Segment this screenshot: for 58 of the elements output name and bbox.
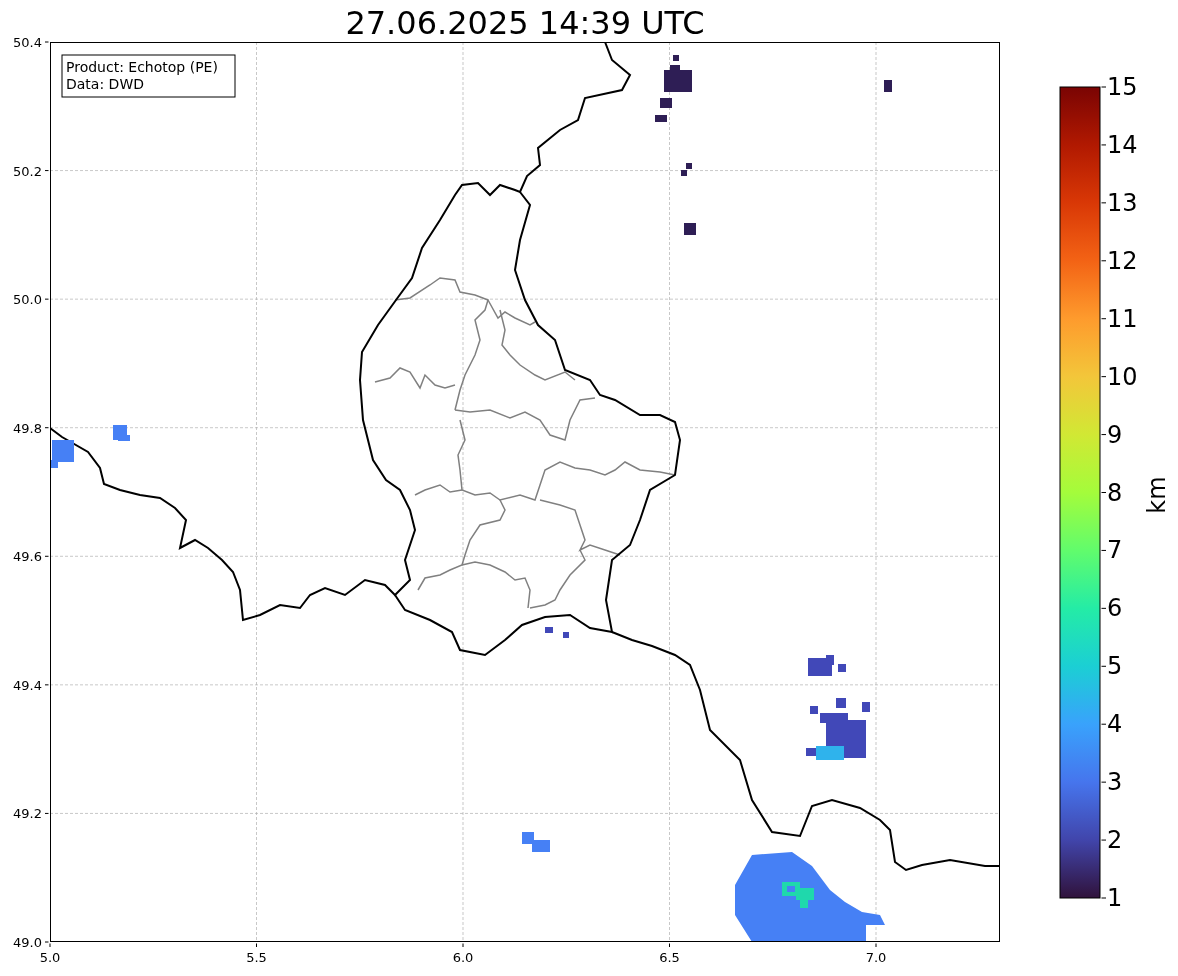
colorbar-label: km bbox=[1143, 476, 1171, 514]
colorbar-tick-label: 9 bbox=[1107, 420, 1123, 449]
colorbar-tick-label: 2 bbox=[1107, 826, 1123, 855]
tick-mark bbox=[44, 812, 49, 814]
tick-mark bbox=[462, 943, 464, 948]
colorbar-tick-label: 13 bbox=[1107, 188, 1138, 217]
tick-mark bbox=[44, 41, 49, 43]
colorbar-tick-label: 10 bbox=[1107, 362, 1138, 391]
colorbar-tick-label: 8 bbox=[1107, 478, 1123, 507]
tick-mark bbox=[44, 555, 49, 557]
colorbar-tick-label: 11 bbox=[1107, 304, 1138, 333]
tick-mark bbox=[1101, 839, 1107, 841]
colorbar-tick-label: 14 bbox=[1107, 130, 1138, 159]
axis-tick-label: 49.6 bbox=[13, 549, 42, 565]
axis-tick-label: 50.4 bbox=[13, 35, 42, 50]
tick-mark bbox=[875, 943, 877, 948]
tick-mark bbox=[669, 943, 670, 948]
tick-mark bbox=[1101, 86, 1107, 88]
tick-mark bbox=[1101, 723, 1107, 725]
tick-mark bbox=[1101, 897, 1107, 899]
axis-tick-label: 6.5 bbox=[659, 950, 680, 965]
colorbar-tick-label: 7 bbox=[1107, 536, 1123, 565]
axis-tick-label: 5.0 bbox=[39, 950, 61, 965]
colorbar-tick-label: 1 bbox=[1107, 884, 1123, 912]
axis-tick-label: 7.0 bbox=[865, 950, 887, 965]
tick-mark bbox=[1101, 144, 1107, 146]
colorbar-tick-label: 6 bbox=[1107, 594, 1123, 623]
tick-mark bbox=[1101, 434, 1107, 436]
tick-mark bbox=[1101, 665, 1107, 667]
colorbar-tick-label: 5 bbox=[1107, 652, 1123, 681]
colorbar-tick-label: 12 bbox=[1107, 246, 1138, 275]
axis-tick-label: 50.2 bbox=[13, 163, 42, 179]
tick-mark bbox=[1101, 376, 1107, 378]
tick-mark bbox=[1101, 492, 1107, 493]
colorbar-tick-label: 4 bbox=[1107, 710, 1123, 739]
tick-mark bbox=[1101, 607, 1107, 609]
axis-tick-label: 49.2 bbox=[13, 806, 42, 822]
colorbar-tick-label: 15 bbox=[1107, 73, 1138, 101]
tick-mark bbox=[44, 427, 49, 429]
axis-tick-label: 50.0 bbox=[13, 292, 42, 308]
axis-tick-label: 5.5 bbox=[246, 950, 267, 965]
tick-mark bbox=[1101, 260, 1107, 262]
axis-tick-label: 49.4 bbox=[13, 677, 42, 693]
chart-title: 27.06.2025 14:39 UTC bbox=[345, 4, 705, 42]
info-text: Product: Echotop (PE) bbox=[66, 59, 218, 75]
tick-mark bbox=[256, 943, 257, 948]
axis-tick-label: 49.8 bbox=[13, 420, 42, 436]
axis-tick-label: 49.0 bbox=[13, 935, 42, 950]
tick-mark bbox=[1101, 781, 1107, 783]
tick-mark bbox=[1101, 202, 1107, 204]
tick-mark bbox=[44, 298, 49, 300]
tick-mark bbox=[1101, 318, 1107, 320]
info-text: Data: DWD bbox=[66, 76, 144, 92]
tick-mark bbox=[44, 170, 49, 172]
axis-tick-label: 6.0 bbox=[452, 950, 474, 965]
tick-mark bbox=[44, 684, 49, 686]
tick-mark bbox=[1101, 549, 1107, 551]
colorbar-tick-label: 3 bbox=[1107, 768, 1123, 797]
